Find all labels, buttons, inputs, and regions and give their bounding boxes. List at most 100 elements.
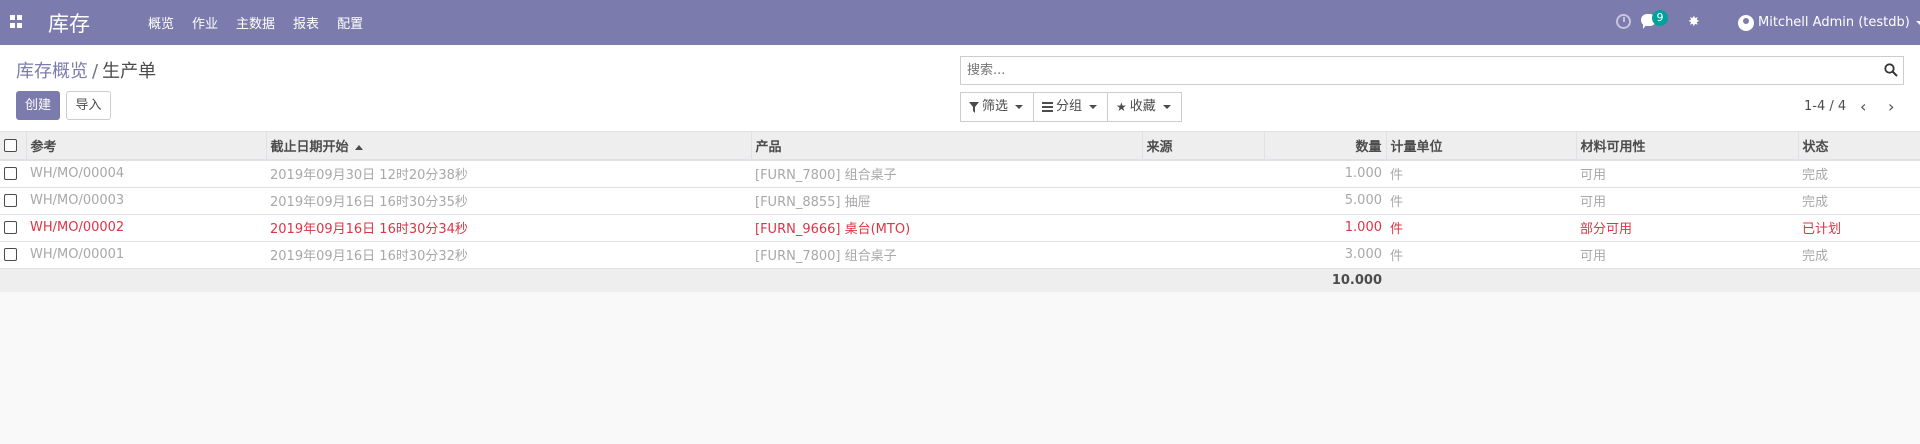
menu-item-master-data[interactable]: 主数据: [236, 13, 275, 32]
list-view: 参考 截止日期开始 产品 来源 数量 计量单位 材料可用性 状态 WH/MO/0…: [0, 132, 1920, 292]
cell-deadline: 2019年09月16日 16时30分35秒: [266, 187, 751, 215]
import-button[interactable]: 导入: [66, 91, 111, 120]
header-source[interactable]: 来源: [1142, 132, 1265, 161]
group-by-button[interactable]: 分组: [1033, 92, 1109, 122]
control-panel: 库存概览/生产单 创建 导入 筛选 分组 ★ 收藏 1-4 / 4 ‹ ›: [0, 45, 1920, 132]
apps-grid-icon[interactable]: [10, 15, 23, 28]
cell-product: [FURN_9666] 桌台(MTO): [751, 214, 1142, 242]
favorites-label: 收藏: [1129, 99, 1156, 114]
menu-item-overview[interactable]: 概览: [148, 13, 174, 32]
cell-state: 完成: [1798, 241, 1920, 269]
breadcrumb-parent[interactable]: 库存概览: [16, 61, 88, 82]
menu-item-reporting[interactable]: 报表: [293, 13, 319, 32]
group-label: 分组: [1056, 99, 1083, 114]
header-uom[interactable]: 计量单位: [1386, 132, 1577, 161]
total-quantity: 10.000: [1264, 268, 1386, 292]
header-deadline-label: 截止日期开始: [270, 140, 349, 155]
filter-label: 筛选: [982, 99, 1009, 114]
header-deadline[interactable]: 截止日期开始: [266, 132, 752, 161]
breadcrumb-current: 生产单: [102, 61, 157, 82]
table-row[interactable]: WH/MO/00004 2019年09月30日 12时20分38秒 [FURN_…: [0, 160, 1920, 188]
filter-caret-icon: [1015, 105, 1024, 109]
cell-source: [1142, 187, 1264, 215]
cell-reference: WH/MO/00002: [26, 214, 266, 242]
cell-state: 完成: [1798, 160, 1920, 188]
cell-source: [1142, 241, 1264, 269]
user-name: Mitchell Admin (testdb): [1758, 15, 1910, 30]
bug-icon[interactable]: ✸: [1688, 14, 1700, 30]
favorites-button[interactable]: ★ 收藏: [1107, 92, 1182, 122]
cell-deadline: 2019年09月16日 16时30分32秒: [266, 241, 751, 269]
chat-count-badge: 9: [1652, 10, 1668, 26]
cell-reference: WH/MO/00003: [26, 187, 266, 215]
cell-availability: 可用: [1576, 160, 1798, 188]
row-checkbox[interactable]: [4, 194, 17, 207]
chevron-left-icon[interactable]: ‹: [1852, 97, 1874, 116]
app-title[interactable]: 库存: [48, 8, 90, 38]
cell-quantity: 1.000: [1264, 160, 1386, 188]
cell-reference: WH/MO/00001: [26, 241, 266, 269]
cell-state: 已计划: [1798, 214, 1920, 242]
clock-icon[interactable]: [1616, 14, 1631, 29]
group-icon: [1042, 102, 1054, 112]
group-caret-icon: [1089, 105, 1098, 109]
production-orders-table: 参考 截止日期开始 产品 来源 数量 计量单位 材料可用性 状态 WH/MO/0…: [0, 132, 1920, 292]
cell-product: [FURN_8855] 抽屉: [751, 187, 1142, 215]
select-all-checkbox[interactable]: [4, 139, 17, 152]
filter-button[interactable]: 筛选: [960, 92, 1035, 122]
cell-uom: 件: [1386, 187, 1576, 215]
search-bar: [960, 56, 1904, 85]
row-checkbox[interactable]: [4, 248, 17, 261]
table-header-row: 参考 截止日期开始 产品 来源 数量 计量单位 材料可用性 状态: [0, 132, 1920, 161]
search-options: 筛选 分组 ★ 收藏: [960, 92, 1182, 122]
cell-quantity: 1.000: [1264, 214, 1386, 242]
cell-availability: 可用: [1576, 241, 1798, 269]
sort-asc-icon: [354, 145, 363, 150]
cell-quantity: 3.000: [1264, 241, 1386, 269]
cell-source: [1142, 214, 1264, 242]
search-icon[interactable]: [1884, 63, 1898, 77]
pager-value[interactable]: 1-4 / 4: [1804, 99, 1846, 114]
search-input[interactable]: [961, 57, 1903, 84]
cell-product: [FURN_7800] 组合桌子: [751, 241, 1142, 269]
filter-icon: [969, 101, 979, 113]
breadcrumb: 库存概览 / 生产单: [16, 57, 156, 83]
header-quantity[interactable]: 数量: [1264, 132, 1387, 161]
cell-uom: 件: [1386, 241, 1576, 269]
cell-source: [1142, 160, 1264, 188]
create-button[interactable]: 创建: [16, 91, 60, 120]
cell-availability: 部分可用: [1576, 214, 1798, 242]
star-icon: ★: [1116, 100, 1127, 114]
select-all-cell: [0, 132, 27, 161]
chevron-right-icon[interactable]: ›: [1880, 97, 1902, 116]
cell-availability: 可用: [1576, 187, 1798, 215]
table-row[interactable]: WH/MO/00002 2019年09月16日 16时30分34秒 [FURN_…: [0, 214, 1920, 242]
header-product[interactable]: 产品: [751, 132, 1143, 161]
breadcrumb-separator: /: [92, 61, 99, 82]
user-avatar-icon: [1738, 14, 1754, 31]
cell-product: [FURN_7800] 组合桌子: [751, 160, 1142, 188]
cell-deadline: 2019年09月30日 12时20分38秒: [266, 160, 751, 188]
cell-reference: WH/MO/00004: [26, 160, 266, 188]
cell-uom: 件: [1386, 214, 1576, 242]
favorites-caret-icon: [1162, 105, 1171, 109]
cell-uom: 件: [1386, 160, 1576, 188]
table-row[interactable]: WH/MO/00001 2019年09月16日 16时30分32秒 [FURN_…: [0, 241, 1920, 269]
cell-state: 完成: [1798, 187, 1920, 215]
top-menu: 概览 作业 主数据 报表 配置: [148, 0, 381, 45]
row-checkbox[interactable]: [4, 167, 17, 181]
top-navbar: 库存 概览 作业 主数据 报表 配置 9 ✸ Mitchell Admin (t…: [0, 0, 1920, 45]
menu-item-configuration[interactable]: 配置: [337, 13, 363, 32]
table-row[interactable]: WH/MO/00003 2019年09月16日 16时30分35秒 [FURN_…: [0, 187, 1920, 215]
header-reference[interactable]: 参考: [26, 132, 267, 161]
cell-deadline: 2019年09月16日 16时30分34秒: [266, 214, 751, 242]
header-availability[interactable]: 材料可用性: [1576, 132, 1799, 161]
row-checkbox[interactable]: [4, 221, 17, 234]
pager: 1-4 / 4 ‹ ›: [1804, 97, 1902, 116]
user-menu[interactable]: Mitchell Admin (testdb): [1738, 0, 1920, 45]
table-footer-row: 10.000: [0, 268, 1920, 292]
cell-quantity: 5.000: [1264, 187, 1386, 215]
user-menu-caret-icon: [1915, 20, 1920, 25]
menu-item-operations[interactable]: 作业: [192, 13, 218, 32]
header-state[interactable]: 状态: [1798, 132, 1920, 161]
